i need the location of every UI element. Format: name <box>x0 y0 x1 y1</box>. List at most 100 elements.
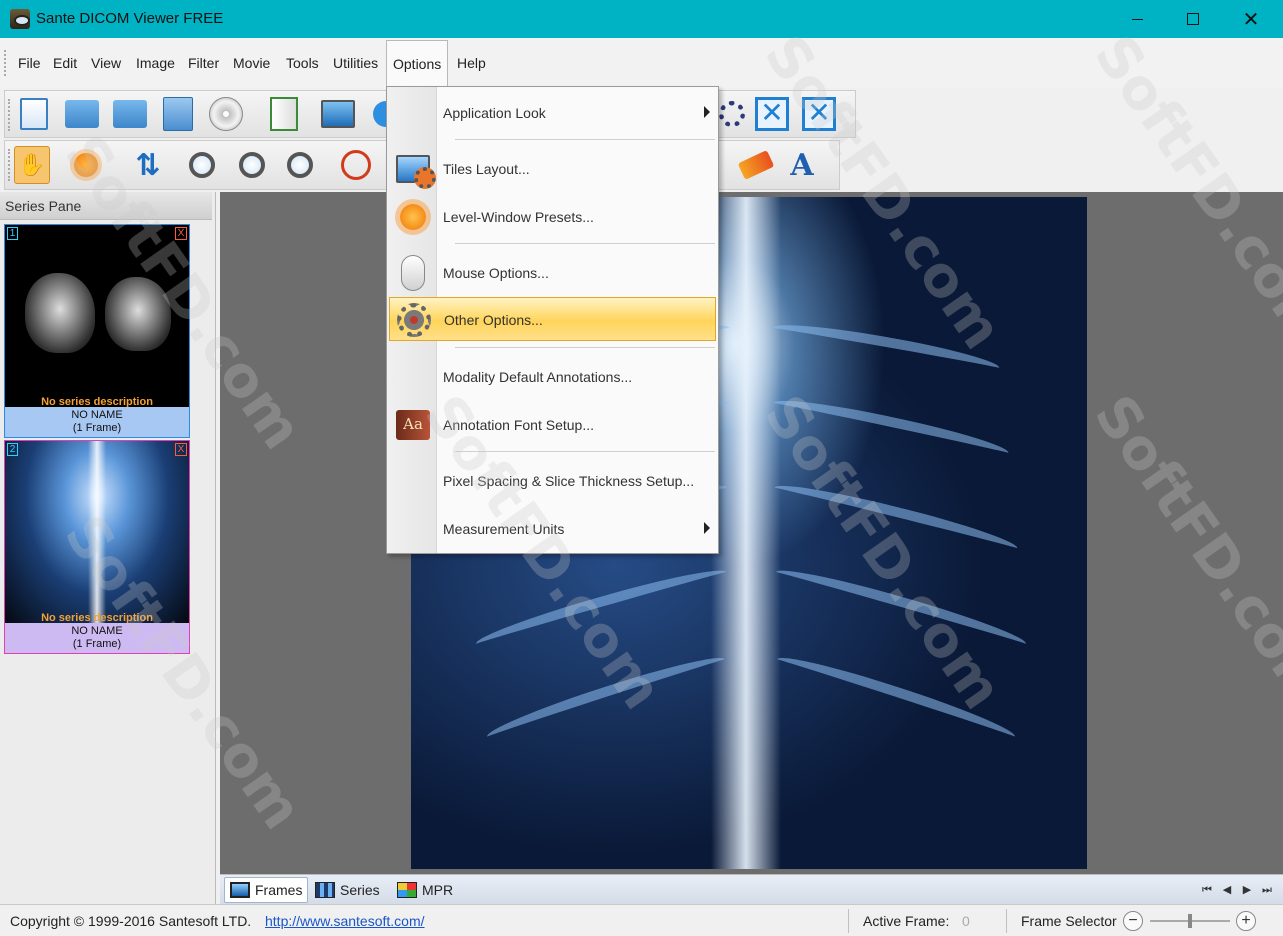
minimize-button[interactable] <box>1114 0 1160 38</box>
tab-series[interactable]: Series <box>310 877 385 903</box>
fit-width-button[interactable]: ✕ <box>800 95 838 133</box>
menu-item-label: Annotation Font Setup... <box>443 417 594 433</box>
menu-item-mouse-options[interactable]: Mouse Options... <box>389 251 716 295</box>
mouse-icon <box>393 255 433 291</box>
website-link[interactable]: http://www.santesoft.com/ <box>265 913 425 929</box>
tab-frames-label: Frames <box>255 882 303 898</box>
series-pane: Series Pane 1 X No series description NO… <box>0 192 216 904</box>
dicomdir-icon <box>163 97 193 131</box>
brain-sagittal-image <box>25 273 95 353</box>
window-level-button[interactable] <box>67 146 105 184</box>
menu-image[interactable]: Image <box>130 50 181 76</box>
fit-window-icon: ✕ <box>755 97 789 131</box>
fit-window-button[interactable]: ✕ <box>753 95 791 133</box>
next-frame-button[interactable]: ▶ <box>1238 881 1256 899</box>
frame-selector-plus-button[interactable]: + <box>1236 911 1256 931</box>
maximize-button[interactable] <box>1170 0 1216 38</box>
close-button[interactable]: ✕ <box>1228 0 1274 38</box>
menu-item-level-window-presets[interactable]: Level-Window Presets... <box>389 195 716 239</box>
menubar-grip[interactable] <box>4 50 7 76</box>
first-frame-button[interactable]: ⏮ <box>1198 881 1216 899</box>
open-file-icon <box>20 98 48 130</box>
copyright-text: Copyright © 1999-2016 Santesoft LTD. <box>10 913 252 929</box>
status-bar: Copyright © 1999-2016 Santesoft LTD. htt… <box>0 904 1283 936</box>
monitor-settings-button[interactable] <box>319 95 357 133</box>
magnify-button[interactable] <box>233 146 271 184</box>
submenu-arrow-icon <box>704 106 710 118</box>
app-eye-icon <box>10 9 30 29</box>
menu-filter[interactable]: Filter <box>182 50 225 76</box>
menu-help[interactable]: Help <box>451 50 492 76</box>
series-thumbnail-1[interactable]: 1 X No series description NO NAME (1 Fra… <box>4 224 190 438</box>
open-folder-icon <box>65 100 99 128</box>
chest-xray-thumbnail <box>5 441 189 623</box>
frame-selector-label: Frame Selector <box>1021 913 1117 929</box>
tab-mpr[interactable]: MPR <box>392 877 458 903</box>
report-button[interactable] <box>265 95 303 133</box>
toolbar-grip[interactable] <box>8 99 11 131</box>
menu-item-application-look[interactable]: Application Look <box>389 91 716 135</box>
options-dropdown-menu: Application Look Tiles Layout... Level-W… <box>386 86 719 554</box>
open-folders-button[interactable] <box>111 95 149 133</box>
menu-view[interactable]: View <box>85 50 127 76</box>
menu-item-tiles-layout[interactable]: Tiles Layout... <box>389 147 716 191</box>
frame-count: (1 Frame) <box>72 422 122 434</box>
menu-file[interactable]: File <box>12 50 47 76</box>
frame-count: (1 Frame) <box>72 638 122 650</box>
eraser-button[interactable] <box>737 146 775 184</box>
menu-item-annotation-font-setup[interactable]: Aa Annotation Font Setup... <box>389 403 716 447</box>
open-folder-button[interactable] <box>63 95 101 133</box>
last-frame-button[interactable]: ⏭ <box>1258 881 1276 899</box>
fit-width-icon: ✕ <box>802 97 836 131</box>
text-annotation-button[interactable]: A <box>783 146 821 184</box>
series-pane-title: Series Pane <box>0 192 212 220</box>
monitor-gear-icon <box>393 151 436 189</box>
monitor-settings-icon <box>321 100 355 128</box>
series-close-button[interactable]: X <box>175 227 187 240</box>
active-frame-label: Active Frame: <box>863 913 950 929</box>
menu-tools[interactable]: Tools <box>280 50 325 76</box>
report-icon <box>270 97 298 131</box>
patient-name: NO NAME <box>71 625 123 637</box>
menu-options[interactable]: Options <box>386 40 449 88</box>
zoom-inout-button[interactable] <box>281 146 319 184</box>
previous-frame-button[interactable]: ◀ <box>1218 881 1236 899</box>
frame-selector-slider-thumb[interactable] <box>1188 914 1192 928</box>
scroll-button[interactable]: ⇅ <box>129 146 167 184</box>
menu-utilities[interactable]: Utilities <box>327 50 384 76</box>
magnify-icon <box>239 152 265 178</box>
menu-item-label: Tiles Layout... <box>443 161 530 177</box>
pan-tool-button[interactable]: ✋ <box>13 146 51 184</box>
menu-item-measurement-units[interactable]: Measurement Units <box>389 507 716 551</box>
image-viewer[interactable] <box>220 192 1283 874</box>
series-icon <box>315 882 335 898</box>
view-tab-bar: Frames Series MPR ⏮ ◀ ▶ ⏭ <box>220 874 1283 904</box>
dicomdir-button[interactable] <box>159 95 197 133</box>
open-file-button[interactable] <box>15 95 53 133</box>
open-folders-icon <box>113 100 147 128</box>
series-name-box: NO NAME (1 Frame) <box>5 407 189 437</box>
menu-item-pixel-spacing-setup[interactable]: Pixel Spacing & Slice Thickness Setup... <box>389 459 716 503</box>
close-icon: ✕ <box>1242 8 1260 31</box>
menu-item-modality-default-annotations[interactable]: Modality Default Annotations... <box>389 355 716 399</box>
status-separator <box>848 909 849 933</box>
font-book-icon: Aa <box>393 407 433 443</box>
tab-frames[interactable]: Frames <box>224 877 309 903</box>
menu-separator <box>455 243 715 244</box>
menu-item-label: Level-Window Presets... <box>443 209 594 225</box>
menu-item-other-options[interactable]: Other Options... <box>389 297 716 341</box>
roi-circle-button[interactable] <box>337 146 375 184</box>
zoom-button[interactable] <box>183 146 221 184</box>
series-close-button[interactable]: X <box>175 443 187 456</box>
series-index-badge: 1 <box>7 227 18 240</box>
menu-movie[interactable]: Movie <box>227 50 276 76</box>
menu-item-label: Application Look <box>443 105 546 121</box>
frame-selector-minus-button[interactable]: − <box>1123 911 1143 931</box>
tab-mpr-label: MPR <box>422 882 454 898</box>
menu-item-label: Measurement Units <box>443 521 565 537</box>
tab-series-label: Series <box>340 882 380 898</box>
menu-edit[interactable]: Edit <box>47 50 83 76</box>
cd-button[interactable] <box>207 95 245 133</box>
series-thumbnail-2[interactable]: 2 X No series description NO NAME (1 Fra… <box>4 440 190 654</box>
toolbar-grip[interactable] <box>8 149 11 181</box>
